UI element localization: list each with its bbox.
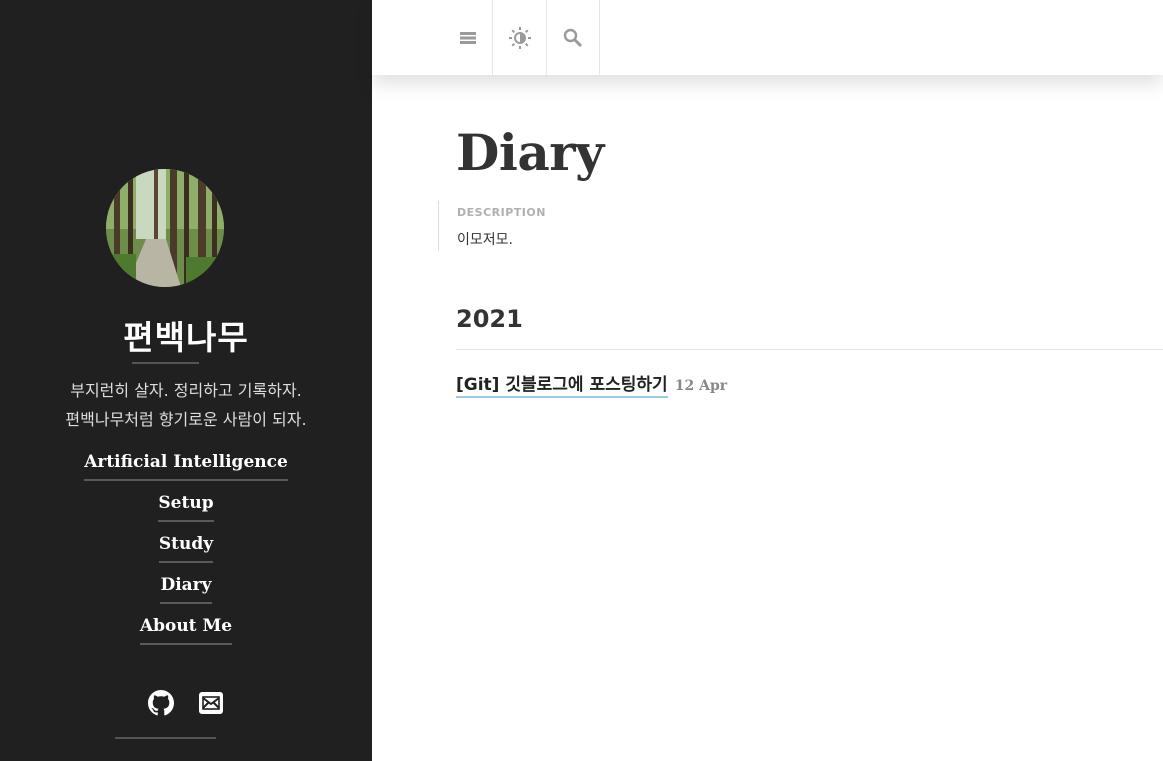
search-icon bbox=[563, 28, 583, 47]
post-date: 12 Apr bbox=[674, 378, 728, 394]
tagline-line-1: 부지런히 살자. 정리하고 기록하자. bbox=[70, 381, 302, 400]
nav-item-about-me[interactable]: About Me bbox=[139, 615, 233, 645]
forest-avatar-image bbox=[106, 169, 224, 287]
social-links bbox=[0, 690, 372, 716]
search-button[interactable] bbox=[547, 0, 599, 75]
nav-item-setup[interactable]: Setup bbox=[158, 492, 214, 522]
topbar bbox=[372, 0, 1163, 75]
tagline-line-2: 편백나무처럼 향기로운 사람이 되자. bbox=[65, 410, 307, 429]
mail-icon[interactable] bbox=[198, 690, 224, 716]
sidebar-nav: Artificial Intelligence Setup Study Diar… bbox=[0, 451, 372, 656]
nav-item-study[interactable]: Study bbox=[158, 533, 214, 563]
post-list-item: [Git] 깃블로그에 포스팅하기 12 Apr bbox=[456, 370, 728, 398]
description-text: 이모저모. bbox=[457, 232, 513, 248]
site-tagline: 부지런히 살자. 정리하고 기록하자. 편백나무처럼 향기로운 사람이 되자. bbox=[0, 376, 372, 434]
avatar[interactable] bbox=[106, 169, 224, 287]
description-bar bbox=[438, 201, 439, 251]
menu-icon bbox=[460, 31, 476, 44]
menu-button[interactable] bbox=[444, 0, 492, 75]
title-divider bbox=[132, 362, 199, 364]
theme-toggle-icon bbox=[508, 26, 531, 49]
nav-item-artificial-intelligence[interactable]: Artificial Intelligence bbox=[84, 451, 288, 481]
github-icon[interactable] bbox=[148, 690, 174, 716]
sidebar-bottom-divider bbox=[115, 737, 216, 739]
nav-item-diary[interactable]: Diary bbox=[160, 574, 212, 604]
description-label: DESCRIPTION bbox=[457, 206, 546, 219]
topbar-divider bbox=[599, 0, 600, 75]
page-title: Diary bbox=[456, 123, 604, 182]
sidebar: 편백나무 부지런히 살자. 정리하고 기록하자. 편백나무처럼 향기로운 사람이… bbox=[0, 0, 372, 761]
site-title[interactable]: 편백나무 bbox=[0, 311, 372, 359]
post-link[interactable]: [Git] 깃블로그에 포스팅하기 bbox=[456, 375, 668, 398]
year-divider bbox=[456, 349, 1163, 350]
theme-toggle-button[interactable] bbox=[493, 0, 546, 75]
year-heading: 2021 bbox=[456, 305, 523, 333]
